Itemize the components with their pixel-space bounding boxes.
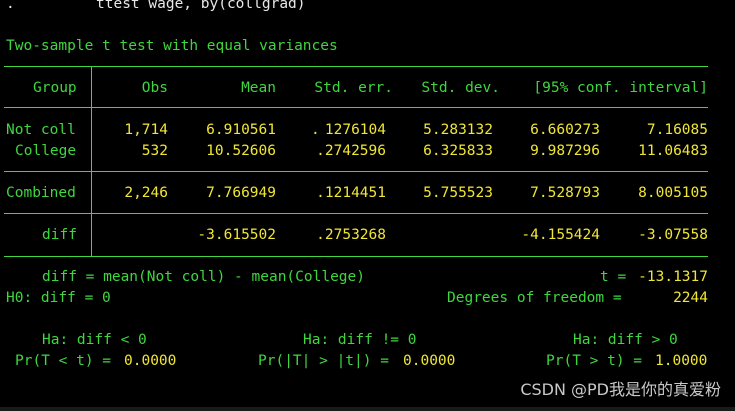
cell-std-err: .2753268 (316, 227, 386, 243)
bottom-border (0, 407, 735, 411)
cell-std-err: .2742596 (316, 143, 386, 159)
cell-mean: -3.615502 (197, 227, 276, 243)
p-value: 0.0000 (124, 353, 177, 369)
cell-ci-low: 7.528793 (530, 185, 600, 201)
cell-obs: 2,246 (124, 185, 168, 201)
group-column-rule (91, 66, 92, 257)
table-top-rule (4, 66, 708, 67)
df-label: Degrees of freedom = (447, 290, 622, 306)
cell-mean: 10.52606 (206, 143, 276, 159)
cell-std-err: .1214451 (316, 185, 386, 201)
cell-std-dev: 6.325833 (423, 143, 493, 159)
cell-ci-high: 7.16085 (646, 122, 708, 138)
p-value: 1.0000 (655, 353, 708, 369)
cell-std-dev: 5.283132 (423, 122, 493, 138)
ha-label: Ha: diff != 0 (303, 332, 417, 348)
table-bottom-rule (4, 256, 708, 257)
test-title: Two-sample t test with equal variances (6, 38, 338, 54)
header-mean: Mean (241, 80, 276, 96)
cell-ci-low: 6.660273 (530, 122, 600, 138)
header-conf-interval: [95% conf. interval] (533, 80, 708, 96)
null-hypothesis: H0: diff = 0 (6, 290, 111, 306)
cell-ci-high: 11.06483 (638, 143, 708, 159)
cell-mean: 6.910561 (206, 122, 276, 138)
row-label-combined: Combined (6, 185, 76, 201)
combined-rule (4, 213, 708, 214)
cell-obs: 1,714 (124, 122, 168, 138)
header-rule (4, 107, 708, 108)
p-label: Pr(|T| > |t|) = (258, 353, 389, 369)
p-label: Pr(T < t) = (15, 353, 112, 369)
header-std-dev: Std. dev. (421, 80, 500, 96)
row-label-college: College (15, 143, 77, 159)
header-group: Group (33, 80, 77, 96)
ha-label: Ha: diff > 0 (573, 332, 678, 348)
p-value: 0.0000 (403, 353, 456, 369)
cell-ci-high: -3.07558 (638, 227, 708, 243)
cell-mean: 7.766949 (206, 185, 276, 201)
groups-rule (4, 171, 708, 172)
header-std-err: Std. err. (314, 80, 393, 96)
cell-std-err: 1276104 (324, 122, 386, 138)
cell-obs: 532 (141, 143, 168, 159)
watermark: CSDN @PD我是你的真爱粉 (520, 380, 721, 399)
header-obs: Obs (141, 80, 168, 96)
cell-std-dev: 5.755523 (423, 185, 493, 201)
command-prompt: . (6, 0, 15, 12)
t-value: -13.1317 (638, 269, 708, 285)
diff-definition: diff = mean(Not coll) - mean(College) (42, 269, 366, 285)
p-label: Pr(T > t) = (546, 353, 643, 369)
row-label-diff: diff (42, 227, 77, 243)
cell-ci-low: 9.987296 (530, 143, 600, 159)
command-text: ttest wage, by(collgrad) (96, 0, 306, 12)
df-value: 2244 (673, 290, 708, 306)
cell-ci-low: -4.155424 (521, 227, 600, 243)
cell-ci-high: 8.005105 (638, 185, 708, 201)
ha-label: Ha: diff < 0 (42, 332, 147, 348)
row-label-not-coll: Not coll (6, 122, 76, 138)
